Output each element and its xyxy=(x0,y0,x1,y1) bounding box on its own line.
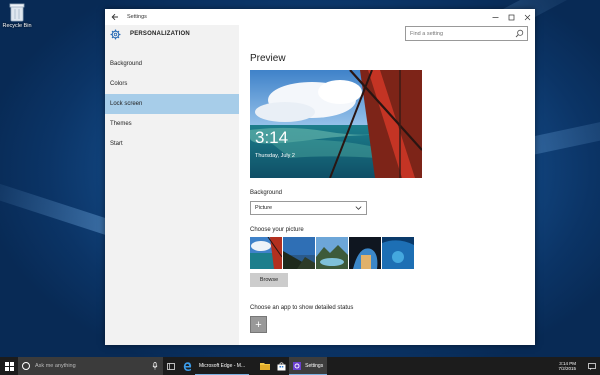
task-view-icon xyxy=(167,362,175,370)
task-label: Microsoft Edge - M... xyxy=(199,362,246,369)
gear-icon xyxy=(110,29,121,39)
taskbar-search[interactable]: Ask me anything xyxy=(18,357,163,375)
notification-icon xyxy=(588,362,596,370)
close-icon xyxy=(524,14,530,20)
picture-thumbnail[interactable] xyxy=(316,237,348,269)
edge-taskbar-icon[interactable] xyxy=(179,357,195,375)
maximize-icon xyxy=(508,14,514,20)
task-microsoft-edge[interactable]: Microsoft Edge - M... xyxy=(195,357,250,375)
browse-button[interactable]: Browse xyxy=(250,273,288,287)
picture-thumbnail[interactable] xyxy=(283,237,315,269)
picture-thumbnails xyxy=(250,237,414,269)
sidebar-item-background[interactable]: Background xyxy=(105,54,239,74)
clock[interactable]: 3:14 PM 7/2/2015 xyxy=(558,361,576,372)
preview-date: Thursday, July 2 xyxy=(255,153,295,159)
file-explorer-taskbar-icon[interactable] xyxy=(257,357,273,375)
choose-picture-label: Choose your picture xyxy=(250,227,304,233)
back-arrow-icon xyxy=(111,13,118,21)
taskbar-search-placeholder: Ask me anything xyxy=(35,363,76,369)
maximize-button[interactable] xyxy=(503,9,519,25)
store-taskbar-icon[interactable] xyxy=(273,357,289,375)
windows-logo-icon xyxy=(4,361,14,371)
settings-gear-icon xyxy=(293,361,302,370)
recycle-bin[interactable]: Recycle Bin xyxy=(2,2,32,29)
sidebar-title: PERSONALIZATION xyxy=(130,31,190,37)
sidebar-nav: Background Colors Lock screen Themes Sta… xyxy=(105,54,239,154)
search-icon[interactable] xyxy=(515,29,524,38)
microphone-icon[interactable] xyxy=(152,362,158,370)
main-content: Preview 3:14 Thursday, July 2 Background… xyxy=(250,53,530,333)
sidebar-item-colors[interactable]: Colors xyxy=(105,74,239,94)
preview-time: 3:14 xyxy=(255,128,289,147)
background-dropdown-value: Picture xyxy=(255,205,273,211)
picture-thumbnail[interactable] xyxy=(250,237,282,269)
sidebar-item-themes[interactable]: Themes xyxy=(105,114,239,134)
minimize-button[interactable] xyxy=(487,9,503,25)
sidebar-item-lock-screen[interactable]: Lock screen xyxy=(105,94,239,114)
sidebar-item-start[interactable]: Start xyxy=(105,134,239,154)
title-bar: Settings xyxy=(105,9,535,25)
action-center-button[interactable] xyxy=(584,357,600,375)
background-dropdown[interactable]: Picture xyxy=(250,201,367,215)
task-settings[interactable]: Settings xyxy=(289,357,328,375)
sidebar-header: PERSONALIZATION xyxy=(105,25,239,43)
system-tray: 3:14 PM 7/2/2015 xyxy=(558,357,600,375)
sidebar: PERSONALIZATION Background Colors Lock s… xyxy=(105,25,239,345)
back-button[interactable] xyxy=(105,9,125,25)
settings-window: Settings PERSONALIZATION Background Colo… xyxy=(105,9,535,345)
minimize-icon xyxy=(492,16,498,18)
task-label: Settings xyxy=(305,362,324,369)
preview-heading: Preview xyxy=(250,53,286,64)
lock-screen-preview: 3:14 Thursday, July 2 xyxy=(250,70,422,178)
picture-thumbnail[interactable] xyxy=(349,237,381,269)
chevron-down-icon xyxy=(355,206,362,210)
window-title: Settings xyxy=(127,14,147,20)
taskbar: Ask me anything Microsoft Edge - M... Se… xyxy=(0,357,600,375)
background-label: Background xyxy=(250,190,283,196)
preview-image xyxy=(250,70,422,178)
recycle-bin-label: Recycle Bin xyxy=(2,23,32,29)
task-view-button[interactable] xyxy=(163,357,179,375)
folder-icon xyxy=(260,363,271,370)
search-input[interactable] xyxy=(410,30,515,37)
plus-icon: + xyxy=(255,318,262,331)
clock-date: 7/2/2015 xyxy=(558,366,576,371)
cortana-icon xyxy=(22,362,30,370)
add-app-button[interactable]: + xyxy=(250,316,267,333)
store-icon xyxy=(277,361,286,370)
recycle-bin-icon xyxy=(9,3,25,22)
choose-app-label: Choose an app to show detailed status xyxy=(250,305,354,311)
start-button[interactable] xyxy=(0,357,18,375)
search-box xyxy=(405,26,528,41)
edge-icon xyxy=(183,361,191,371)
picture-thumbnail[interactable] xyxy=(382,237,414,269)
close-button[interactable] xyxy=(519,9,535,25)
